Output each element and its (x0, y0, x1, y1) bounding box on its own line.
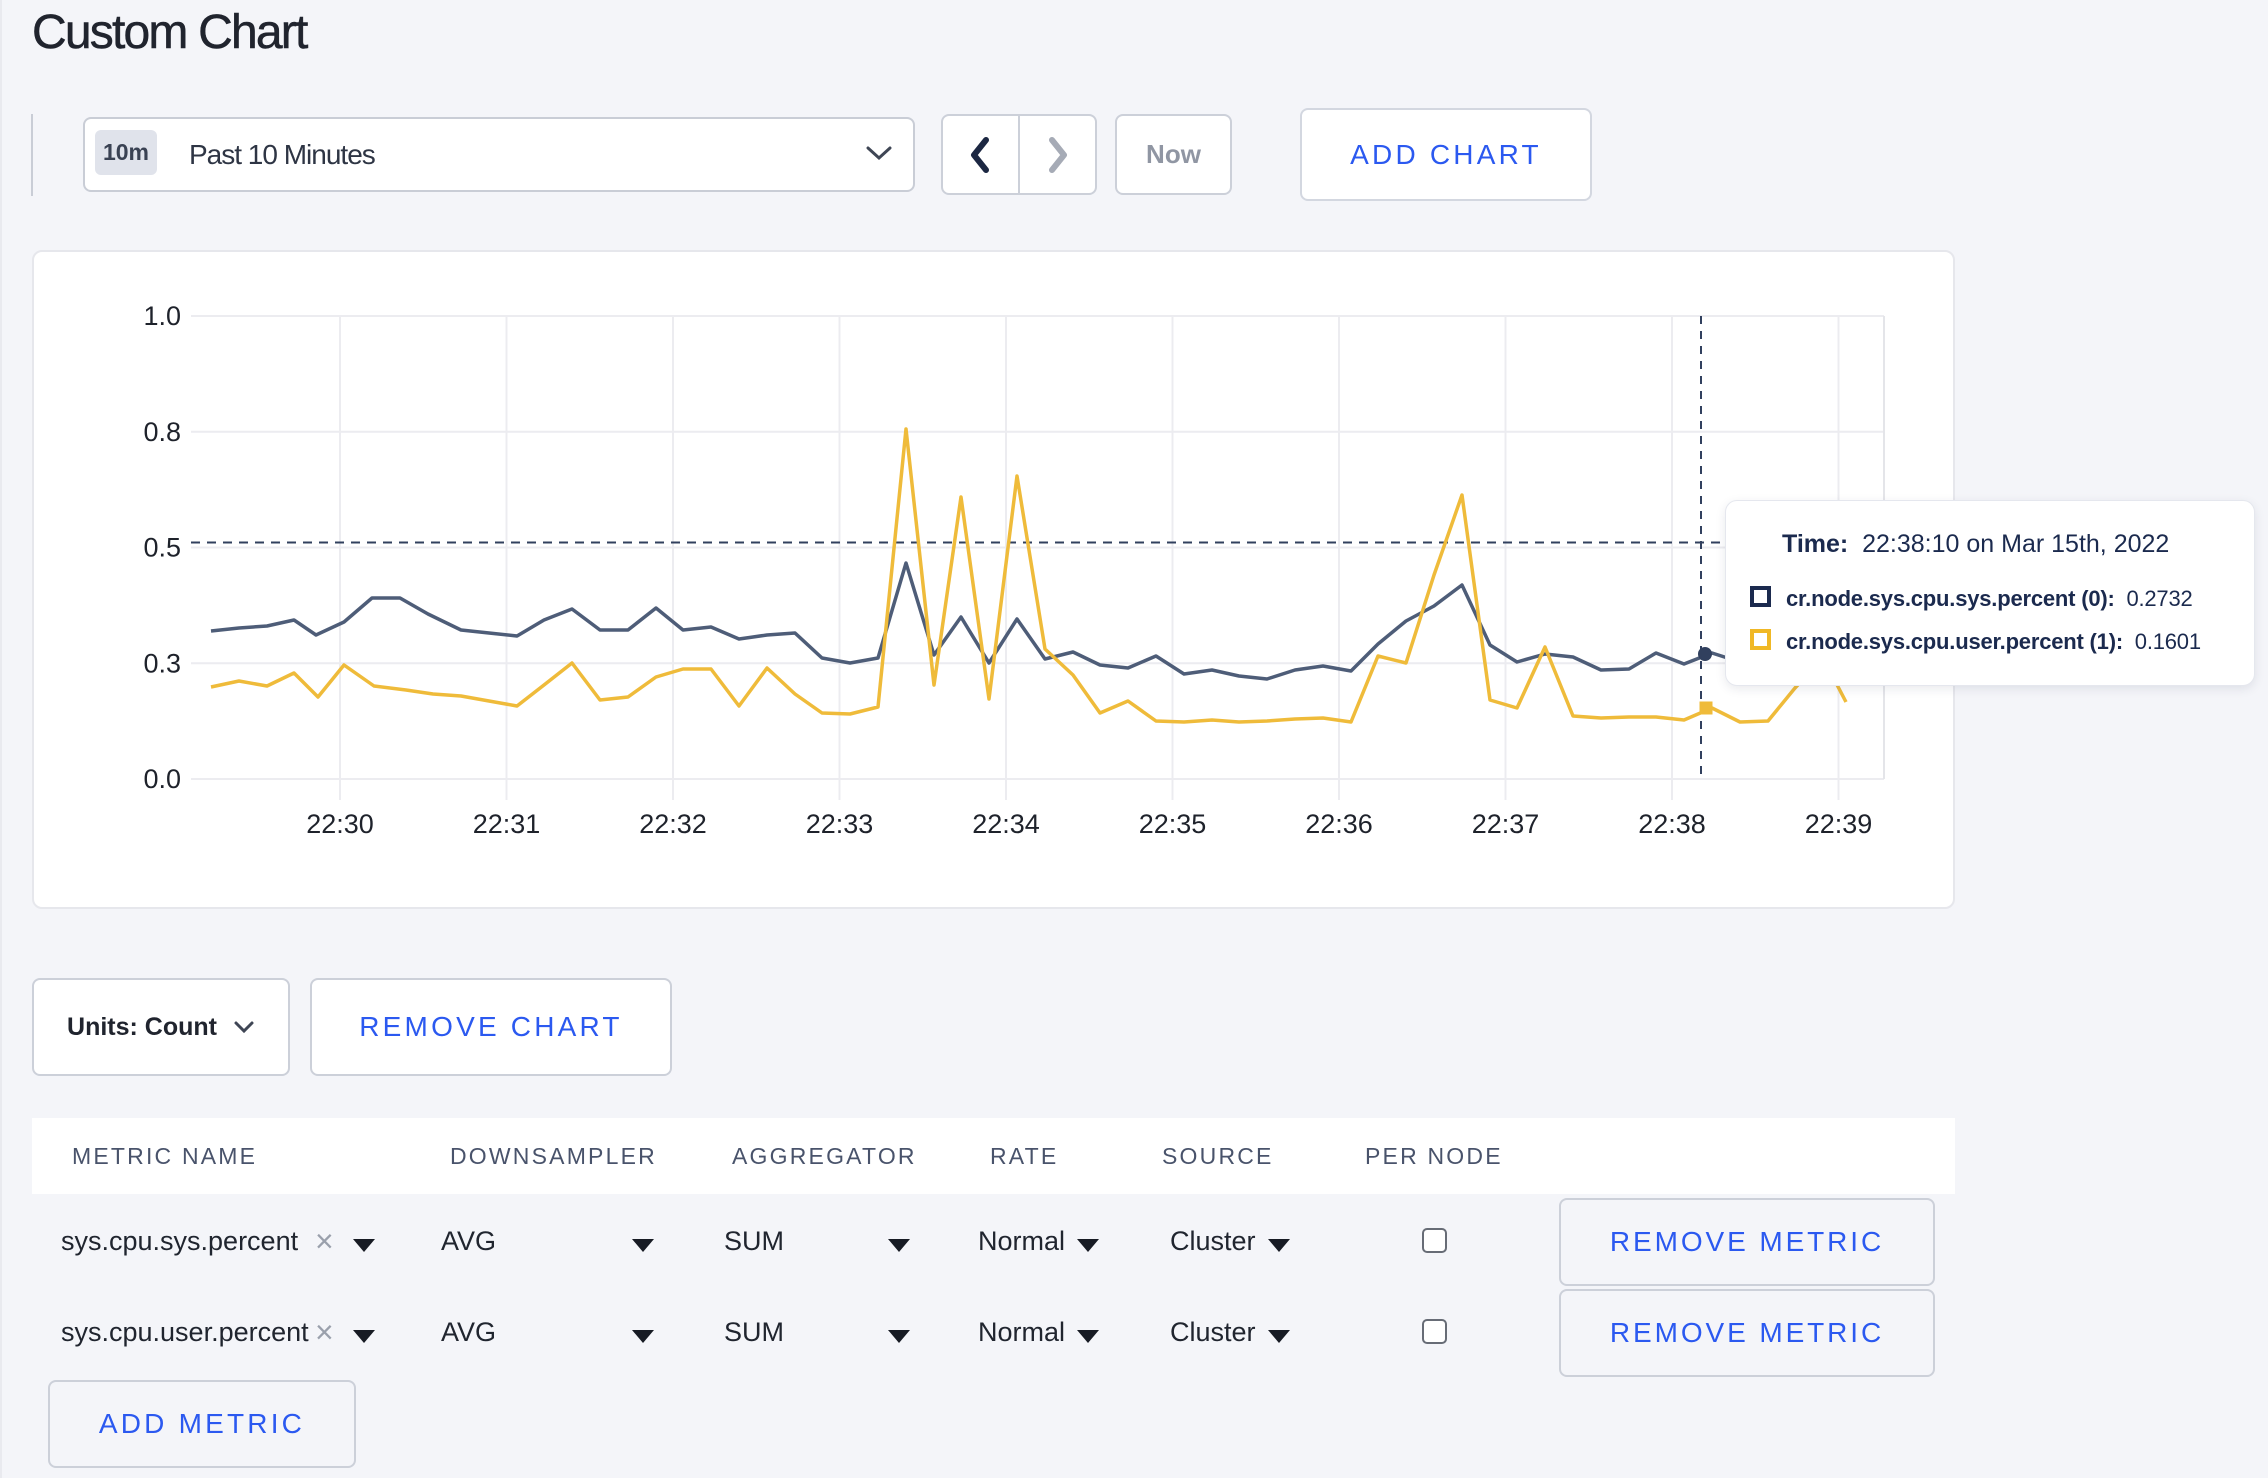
svg-text:22:30: 22:30 (306, 809, 374, 839)
svg-text:0.8: 0.8 (143, 417, 181, 447)
svg-text:22:39: 22:39 (1805, 809, 1873, 839)
svg-text:22:37: 22:37 (1472, 809, 1540, 839)
svg-text:1.0: 1.0 (143, 301, 181, 331)
svg-text:0.0: 0.0 (143, 764, 181, 794)
svg-text:22:32: 22:32 (639, 809, 707, 839)
svg-text:0.3: 0.3 (143, 648, 181, 678)
svg-text:22:38: 22:38 (1638, 809, 1706, 839)
svg-text:22:36: 22:36 (1305, 809, 1373, 839)
svg-text:22:35: 22:35 (1139, 809, 1207, 839)
svg-text:0.5: 0.5 (143, 533, 181, 563)
svg-text:22:33: 22:33 (806, 809, 874, 839)
svg-text:22:31: 22:31 (473, 809, 541, 839)
svg-text:22:34: 22:34 (972, 809, 1040, 839)
